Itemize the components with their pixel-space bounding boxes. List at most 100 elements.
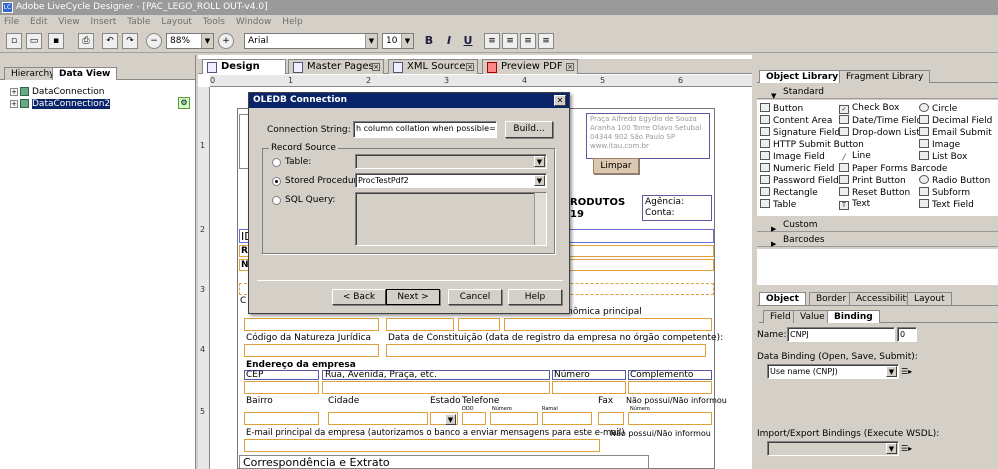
object-radio-button[interactable]: Radio Button: [919, 175, 990, 186]
tree-item-dataconnection2[interactable]: + DataConnection2: [10, 98, 111, 110]
table-select[interactable]: ▼: [355, 154, 547, 169]
new-document-icon[interactable]: ▫: [6, 33, 22, 49]
menu-window[interactable]: Window: [232, 15, 276, 29]
back-button[interactable]: < Back: [332, 289, 386, 305]
object-email-submit[interactable]: Email Submit: [919, 127, 992, 138]
bold-button[interactable]: B: [421, 33, 437, 49]
zoom-in-icon[interactable]: +: [218, 33, 234, 49]
close-icon[interactable]: ×: [566, 63, 574, 71]
tab-xml-source[interactable]: XML Source ×: [388, 59, 478, 74]
sql-query-radio[interactable]: [272, 196, 281, 205]
expand-icon[interactable]: +: [10, 100, 18, 108]
menu-icon[interactable]: ☰▸: [901, 367, 912, 376]
align-justify-icon[interactable]: ≡: [538, 33, 554, 49]
menu-icon[interactable]: ☰▸: [901, 444, 912, 453]
object-subform[interactable]: Subform: [919, 187, 970, 198]
tab-fragment-library[interactable]: Fragment Library: [839, 70, 931, 83]
bairro-input[interactable]: [244, 412, 319, 425]
redo-icon[interactable]: ↷: [122, 33, 138, 49]
data-binding-select[interactable]: Use name (CNPJ) ▼: [767, 364, 899, 379]
field-input[interactable]: [244, 318, 379, 331]
print-icon[interactable]: ⎙: [78, 33, 94, 49]
expand-icon[interactable]: +: [10, 88, 18, 96]
numero-input[interactable]: [552, 381, 626, 394]
agencia-conta-box[interactable]: Agência: Conta:: [642, 195, 712, 221]
object-button[interactable]: Button: [760, 103, 803, 114]
close-icon[interactable]: ✕: [554, 95, 566, 106]
object-print-button[interactable]: Print Button: [839, 175, 906, 186]
object-circle[interactable]: Circle: [919, 103, 957, 114]
tab-preview-pdf[interactable]: Preview PDF ×: [482, 59, 578, 74]
underline-button[interactable]: U: [460, 33, 476, 49]
field-input[interactable]: [504, 318, 712, 331]
object-reset-button[interactable]: Reset Button: [839, 187, 910, 198]
stored-procedure-select[interactable]: ProcTestPdf2 ▼: [355, 173, 547, 188]
open-folder-icon[interactable]: ▭: [26, 33, 42, 49]
standard-section[interactable]: ▼ Standard: [757, 85, 998, 100]
object-drop-down-list[interactable]: Drop-down List: [839, 127, 920, 138]
zoom-select[interactable]: 88% ▼: [166, 33, 214, 49]
italic-button[interactable]: I: [441, 33, 457, 49]
cancel-button[interactable]: Cancel: [448, 289, 502, 305]
menu-view[interactable]: View: [54, 15, 83, 29]
object-content-area[interactable]: Content Area: [760, 115, 832, 126]
barcodes-section[interactable]: ▶ Barcodes: [757, 233, 998, 248]
fax-input[interactable]: [628, 412, 712, 425]
tab-object-library[interactable]: Object Library: [759, 70, 846, 83]
connection-string-input[interactable]: h column collation when possible=False: [353, 121, 497, 138]
tab-master-pages[interactable]: Master Pages ×: [288, 59, 384, 74]
object-rectangle[interactable]: Rectangle: [760, 187, 818, 198]
email-input[interactable]: [244, 439, 600, 452]
object-image[interactable]: Image: [919, 139, 960, 150]
connection-settings-icon[interactable]: ⚙: [178, 97, 190, 109]
object-table[interactable]: Table: [760, 199, 796, 210]
rua-input[interactable]: [322, 381, 550, 394]
telefone-input[interactable]: [490, 412, 538, 425]
ddd-input[interactable]: [462, 412, 486, 425]
cep-box[interactable]: CEP: [244, 370, 319, 380]
name-index-input[interactable]: 0: [897, 327, 917, 342]
estado-select[interactable]: ▼: [430, 412, 458, 425]
menu-edit[interactable]: Edit: [26, 15, 51, 29]
tab-object[interactable]: Object: [759, 292, 806, 305]
align-center-icon[interactable]: ≡: [502, 33, 518, 49]
cidade-input[interactable]: [328, 412, 428, 425]
limpar-button[interactable]: Limpar: [593, 158, 639, 174]
zoom-out-icon[interactable]: −: [146, 33, 162, 49]
object-text-field[interactable]: Text Field: [919, 199, 974, 210]
ramal-input[interactable]: [542, 412, 592, 425]
numero-box[interactable]: Número: [552, 370, 626, 380]
object-line[interactable]: ╱ Line: [839, 151, 871, 163]
field-input[interactable]: [386, 318, 454, 331]
tree-item-dataconnection[interactable]: + DataConnection: [10, 86, 104, 98]
object-list-box[interactable]: List Box: [919, 151, 967, 162]
tab-data-view[interactable]: Data View: [52, 67, 118, 80]
tab-value[interactable]: Value: [793, 310, 832, 323]
complemento-input[interactable]: [628, 381, 712, 394]
undo-icon[interactable]: ↶: [102, 33, 118, 49]
object-signature-field[interactable]: Signature Field: [760, 127, 840, 138]
scrollbar[interactable]: [534, 193, 546, 245]
menu-help[interactable]: Help: [278, 15, 307, 29]
align-right-icon[interactable]: ≡: [520, 33, 536, 49]
menu-layout[interactable]: Layout: [157, 15, 196, 29]
object-check-box[interactable]: ✓ Check Box: [839, 103, 899, 114]
object-text[interactable]: T Text: [839, 199, 870, 210]
address-block[interactable]: Praça Alfredo Egydio de Souza Aranha 100…: [586, 113, 710, 159]
tab-border[interactable]: Border: [809, 292, 854, 305]
object-http-submit-button[interactable]: HTTP Submit Button: [760, 139, 864, 150]
object-numeric-field[interactable]: Numeric Field: [760, 163, 835, 174]
import-export-select[interactable]: ▼: [767, 441, 899, 456]
menu-file[interactable]: File: [0, 15, 23, 29]
font-name-select[interactable]: Arial ▼: [244, 33, 378, 49]
natureza-input[interactable]: [244, 344, 379, 357]
close-icon[interactable]: ×: [372, 63, 380, 71]
object-paper-forms-barcode[interactable]: Paper Forms Barcode: [839, 163, 947, 174]
cep-input[interactable]: [244, 381, 319, 394]
align-left-icon[interactable]: ≡: [484, 33, 500, 49]
close-icon[interactable]: ×: [466, 63, 474, 71]
object-image-field[interactable]: Image Field: [760, 151, 825, 162]
menu-insert[interactable]: Insert: [86, 15, 120, 29]
field-input[interactable]: [458, 318, 500, 331]
tab-layout[interactable]: Layout: [907, 292, 952, 305]
